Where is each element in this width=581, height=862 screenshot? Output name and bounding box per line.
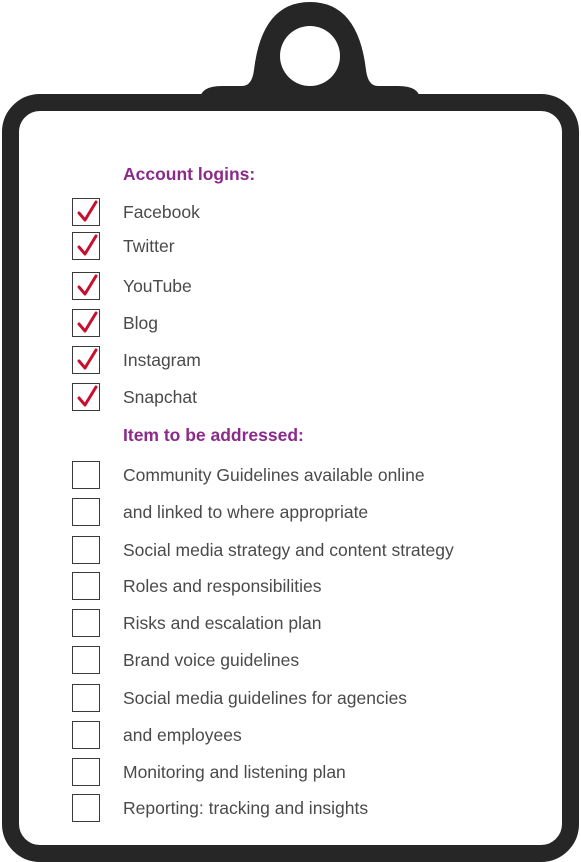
checkmark-icon <box>77 274 98 296</box>
checklist-item-label: and linked to where appropriate <box>123 501 369 522</box>
checklist-item-reporting[interactable]: Reporting: tracking and insights <box>72 791 552 825</box>
checklist-item-label: YouTube <box>123 275 192 296</box>
checklist-item-label: Facebook <box>123 201 200 222</box>
checklist-item-facebook[interactable]: Facebook <box>72 195 552 229</box>
checklist-item-label: Brand voice guidelines <box>123 649 300 670</box>
checklist-item-youtube[interactable]: YouTube <box>72 269 552 303</box>
checkmark-icon <box>77 348 98 370</box>
checkbox[interactable] <box>72 721 100 749</box>
checklist-item-label: Risks and escalation plan <box>123 612 322 633</box>
checkmark-icon <box>77 385 98 407</box>
checklist: Account logins: Facebook Twitter YouTube… <box>0 0 581 862</box>
checklist-item-label: Snapchat <box>123 386 197 407</box>
checkbox[interactable] <box>72 572 100 600</box>
checklist-item-label: Monitoring and listening plan <box>123 761 346 782</box>
checkmark-icon <box>77 311 98 333</box>
checkmark-icon <box>77 200 98 222</box>
checklist-item-label: Twitter <box>123 235 175 256</box>
checkbox[interactable] <box>72 272 100 300</box>
checklist-item-label: Community Guidelines available online <box>123 464 425 485</box>
checklist-item-label: Roles and responsibilities <box>123 575 322 596</box>
checklist-item-risks[interactable]: Risks and escalation plan <box>72 606 552 640</box>
checklist-item-brand-voice[interactable]: Brand voice guidelines <box>72 643 552 677</box>
checkbox[interactable] <box>72 684 100 712</box>
checklist-item-label: Reporting: tracking and insights <box>123 797 369 818</box>
checklist-item-label: Instagram <box>123 349 201 370</box>
checkbox[interactable] <box>72 536 100 564</box>
checklist-item-snapchat[interactable]: Snapchat <box>72 380 552 414</box>
checklist-item-label: Blog <box>123 312 159 333</box>
checkbox[interactable] <box>72 461 100 489</box>
checklist-item-monitoring[interactable]: Monitoring and listening plan <box>72 755 552 789</box>
checklist-item-twitter[interactable]: Twitter <box>72 229 552 263</box>
checkbox[interactable] <box>72 232 100 260</box>
checkbox[interactable] <box>72 346 100 374</box>
section-title-account-logins: Account logins: <box>123 164 256 184</box>
section-title-items-to-address: Item to be addressed: <box>123 425 304 445</box>
checklist-item-label: Social media guidelines for agencies <box>123 687 408 708</box>
checklist-item-label: and employees <box>123 724 242 745</box>
checklist-item-blog[interactable]: Blog <box>72 306 552 340</box>
checklist-item-linked[interactable]: and linked to where appropriate <box>72 495 552 529</box>
checkbox[interactable] <box>72 794 100 822</box>
checklist-item-community-guidelines[interactable]: Community Guidelines available online <box>72 458 552 492</box>
checkbox[interactable] <box>72 609 100 637</box>
checkbox[interactable] <box>72 383 100 411</box>
checkbox[interactable] <box>72 498 100 526</box>
checkbox[interactable] <box>72 309 100 337</box>
checklist-item-agency-guidelines[interactable]: Social media guidelines for agencies <box>72 681 552 715</box>
checkbox[interactable] <box>72 646 100 674</box>
checklist-item-employees[interactable]: and employees <box>72 718 552 752</box>
checkbox[interactable] <box>72 758 100 786</box>
checkmark-icon <box>77 234 98 256</box>
checklist-item-instagram[interactable]: Instagram <box>72 343 552 377</box>
checkbox[interactable] <box>72 198 100 226</box>
checklist-item-label: Social media strategy and content strate… <box>123 539 454 560</box>
checklist-item-social-media-strategy[interactable]: Social media strategy and content strate… <box>72 533 552 567</box>
checklist-item-roles[interactable]: Roles and responsibilities <box>72 569 552 603</box>
